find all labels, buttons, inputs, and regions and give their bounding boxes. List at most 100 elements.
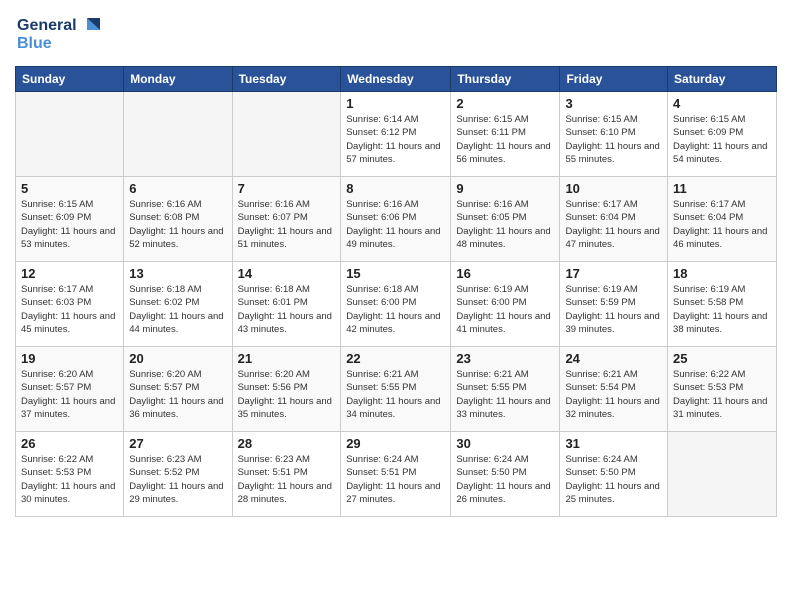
day-number: 22	[346, 351, 445, 366]
weekday-header-wednesday: Wednesday	[341, 67, 451, 92]
calendar-cell: 19 Sunrise: 6:20 AM Sunset: 5:57 PM Dayli…	[16, 347, 124, 432]
day-number: 17	[565, 266, 662, 281]
calendar-cell: 3 Sunrise: 6:15 AM Sunset: 6:10 PM Daylig…	[560, 92, 668, 177]
day-number: 28	[238, 436, 336, 451]
day-info: Sunrise: 6:17 AM Sunset: 6:03 PM Dayligh…	[21, 283, 118, 336]
calendar-cell: 2 Sunrise: 6:15 AM Sunset: 6:11 PM Daylig…	[451, 92, 560, 177]
day-info: Sunrise: 6:18 AM Sunset: 6:01 PM Dayligh…	[238, 283, 336, 336]
calendar-week-row: 12 Sunrise: 6:17 AM Sunset: 6:03 PM Dayli…	[16, 262, 777, 347]
day-info: Sunrise: 6:21 AM Sunset: 5:55 PM Dayligh…	[346, 368, 445, 421]
day-number: 27	[129, 436, 226, 451]
weekday-header-friday: Friday	[560, 67, 668, 92]
weekday-header-row: SundayMondayTuesdayWednesdayThursdayFrid…	[16, 67, 777, 92]
day-number: 19	[21, 351, 118, 366]
day-info: Sunrise: 6:20 AM Sunset: 5:56 PM Dayligh…	[238, 368, 336, 421]
page: General Blue SundayMondayTuesdayWednesda…	[0, 0, 792, 612]
day-number: 14	[238, 266, 336, 281]
calendar-cell: 28 Sunrise: 6:23 AM Sunset: 5:51 PM Dayli…	[232, 432, 341, 517]
day-info: Sunrise: 6:23 AM Sunset: 5:51 PM Dayligh…	[238, 453, 336, 506]
day-info: Sunrise: 6:16 AM Sunset: 6:07 PM Dayligh…	[238, 198, 336, 251]
day-info: Sunrise: 6:22 AM Sunset: 5:53 PM Dayligh…	[673, 368, 771, 421]
day-number: 29	[346, 436, 445, 451]
calendar-cell: 5 Sunrise: 6:15 AM Sunset: 6:09 PM Daylig…	[16, 177, 124, 262]
calendar-cell: 14 Sunrise: 6:18 AM Sunset: 6:01 PM Dayli…	[232, 262, 341, 347]
day-number: 5	[21, 181, 118, 196]
calendar-cell: 25 Sunrise: 6:22 AM Sunset: 5:53 PM Dayli…	[668, 347, 777, 432]
day-number: 23	[456, 351, 554, 366]
calendar-cell: 21 Sunrise: 6:20 AM Sunset: 5:56 PM Dayli…	[232, 347, 341, 432]
calendar-cell	[668, 432, 777, 517]
calendar-cell: 8 Sunrise: 6:16 AM Sunset: 6:06 PM Daylig…	[341, 177, 451, 262]
day-info: Sunrise: 6:15 AM Sunset: 6:11 PM Dayligh…	[456, 113, 554, 166]
day-info: Sunrise: 6:24 AM Sunset: 5:50 PM Dayligh…	[456, 453, 554, 506]
day-info: Sunrise: 6:18 AM Sunset: 6:02 PM Dayligh…	[129, 283, 226, 336]
day-info: Sunrise: 6:16 AM Sunset: 6:08 PM Dayligh…	[129, 198, 226, 251]
day-number: 9	[456, 181, 554, 196]
calendar-cell: 10 Sunrise: 6:17 AM Sunset: 6:04 PM Dayli…	[560, 177, 668, 262]
calendar-cell: 24 Sunrise: 6:21 AM Sunset: 5:54 PM Dayli…	[560, 347, 668, 432]
day-info: Sunrise: 6:17 AM Sunset: 6:04 PM Dayligh…	[565, 198, 662, 251]
day-number: 16	[456, 266, 554, 281]
day-info: Sunrise: 6:14 AM Sunset: 6:12 PM Dayligh…	[346, 113, 445, 166]
calendar-cell	[16, 92, 124, 177]
day-number: 1	[346, 96, 445, 111]
calendar-cell: 23 Sunrise: 6:21 AM Sunset: 5:55 PM Dayli…	[451, 347, 560, 432]
day-number: 10	[565, 181, 662, 196]
day-number: 21	[238, 351, 336, 366]
day-info: Sunrise: 6:15 AM Sunset: 6:09 PM Dayligh…	[21, 198, 118, 251]
day-info: Sunrise: 6:24 AM Sunset: 5:51 PM Dayligh…	[346, 453, 445, 506]
day-number: 12	[21, 266, 118, 281]
calendar-cell	[232, 92, 341, 177]
day-number: 11	[673, 181, 771, 196]
calendar-cell: 31Sunrise: 6:24 AM Sunset: 5:50 PM Dayli…	[560, 432, 668, 517]
day-number: 15	[346, 266, 445, 281]
svg-text:Blue: Blue	[17, 35, 52, 52]
day-info: Sunrise: 6:19 AM Sunset: 5:58 PM Dayligh…	[673, 283, 771, 336]
svg-text:General: General	[17, 17, 77, 34]
day-info: Sunrise: 6:23 AM Sunset: 5:52 PM Dayligh…	[129, 453, 226, 506]
day-info: Sunrise: 6:18 AM Sunset: 6:00 PM Dayligh…	[346, 283, 445, 336]
calendar-cell: 22 Sunrise: 6:21 AM Sunset: 5:55 PM Dayli…	[341, 347, 451, 432]
day-info: Sunrise: 6:20 AM Sunset: 5:57 PM Dayligh…	[21, 368, 118, 421]
day-number: 2	[456, 96, 554, 111]
day-number: 24	[565, 351, 662, 366]
calendar-cell: 30Sunrise: 6:24 AM Sunset: 5:50 PM Dayli…	[451, 432, 560, 517]
calendar-cell: 9 Sunrise: 6:16 AM Sunset: 6:05 PM Daylig…	[451, 177, 560, 262]
calendar-week-row: 19 Sunrise: 6:20 AM Sunset: 5:57 PM Dayli…	[16, 347, 777, 432]
day-number: 3	[565, 96, 662, 111]
calendar-cell: 11 Sunrise: 6:17 AM Sunset: 6:04 PM Dayli…	[668, 177, 777, 262]
day-info: Sunrise: 6:19 AM Sunset: 5:59 PM Dayligh…	[565, 283, 662, 336]
day-info: Sunrise: 6:17 AM Sunset: 6:04 PM Dayligh…	[673, 198, 771, 251]
day-info: Sunrise: 6:22 AM Sunset: 5:53 PM Dayligh…	[21, 453, 118, 506]
calendar-cell: 1 Sunrise: 6:14 AM Sunset: 6:12 PM Daylig…	[341, 92, 451, 177]
day-number: 4	[673, 96, 771, 111]
weekday-header-thursday: Thursday	[451, 67, 560, 92]
day-number: 6	[129, 181, 226, 196]
weekday-header-saturday: Saturday	[668, 67, 777, 92]
day-info: Sunrise: 6:15 AM Sunset: 6:10 PM Dayligh…	[565, 113, 662, 166]
calendar-cell: 4Sunrise: 6:15 AM Sunset: 6:09 PM Daylig…	[668, 92, 777, 177]
calendar-cell: 13Sunrise: 6:18 AM Sunset: 6:02 PM Dayli…	[124, 262, 232, 347]
calendar-cell: 16 Sunrise: 6:19 AM Sunset: 6:00 PM Dayli…	[451, 262, 560, 347]
day-info: Sunrise: 6:16 AM Sunset: 6:06 PM Dayligh…	[346, 198, 445, 251]
day-info: Sunrise: 6:16 AM Sunset: 6:05 PM Dayligh…	[456, 198, 554, 251]
day-info: Sunrise: 6:24 AM Sunset: 5:50 PM Dayligh…	[565, 453, 662, 506]
day-info: Sunrise: 6:21 AM Sunset: 5:54 PM Dayligh…	[565, 368, 662, 421]
calendar-week-row: 1 Sunrise: 6:14 AM Sunset: 6:12 PM Daylig…	[16, 92, 777, 177]
weekday-header-sunday: Sunday	[16, 67, 124, 92]
day-number: 8	[346, 181, 445, 196]
day-number: 7	[238, 181, 336, 196]
day-number: 18	[673, 266, 771, 281]
calendar-cell: 12 Sunrise: 6:17 AM Sunset: 6:03 PM Dayli…	[16, 262, 124, 347]
calendar-cell: 17 Sunrise: 6:19 AM Sunset: 5:59 PM Dayli…	[560, 262, 668, 347]
day-number: 25	[673, 351, 771, 366]
calendar-cell: 26Sunrise: 6:22 AM Sunset: 5:53 PM Dayli…	[16, 432, 124, 517]
day-number: 20	[129, 351, 226, 366]
day-info: Sunrise: 6:19 AM Sunset: 6:00 PM Dayligh…	[456, 283, 554, 336]
day-info: Sunrise: 6:20 AM Sunset: 5:57 PM Dayligh…	[129, 368, 226, 421]
weekday-header-monday: Monday	[124, 67, 232, 92]
weekday-header-tuesday: Tuesday	[232, 67, 341, 92]
header: General Blue	[15, 10, 777, 60]
calendar-cell: 6 Sunrise: 6:16 AM Sunset: 6:08 PM Daylig…	[124, 177, 232, 262]
day-info: Sunrise: 6:21 AM Sunset: 5:55 PM Dayligh…	[456, 368, 554, 421]
